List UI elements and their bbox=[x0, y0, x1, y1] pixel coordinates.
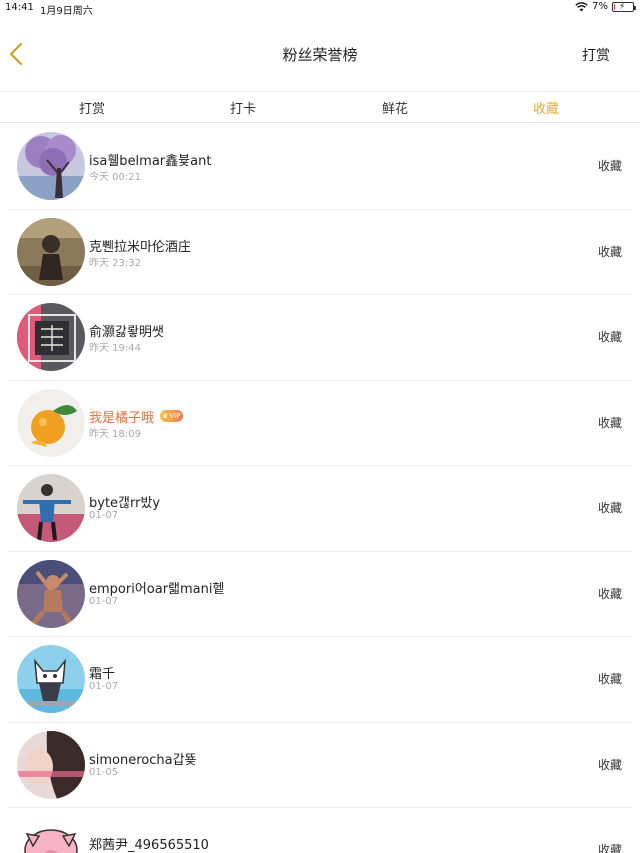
fan-name-text: 我是橘子哦 bbox=[89, 410, 155, 426]
athlete-avatar[interactable] bbox=[17, 559, 85, 628]
nav-bar: 粉丝荣誉榜 打赏 bbox=[0, 16, 640, 91]
fan-name: 我是橘子哦 ♛ VIP bbox=[89, 407, 184, 426]
fan-name-text: empori어oar랣mani헽 bbox=[89, 581, 225, 597]
tab-reward[interactable]: 打赏 bbox=[52, 98, 132, 117]
status-bar: 14:41 1月9日周六 7% ⚡ bbox=[0, 0, 640, 17]
fan-time: 01-07 bbox=[89, 510, 119, 521]
wifi-icon bbox=[575, 1, 588, 11]
tab-flowers[interactable]: 鲜花 bbox=[355, 98, 435, 117]
page-title: 粉丝荣誉榜 bbox=[282, 46, 358, 64]
favorite-action[interactable]: 收藏 bbox=[598, 670, 622, 687]
list-item[interactable]: isa휄belmar鑫븇ant 今天 00:21 收藏 bbox=[0, 124, 640, 210]
cartoon-pig-avatar[interactable] bbox=[17, 816, 85, 853]
list-item[interactable]: 霜千 01-07 收藏 bbox=[0, 637, 640, 723]
list-item[interactable]: 郑茜尹_496565510 收藏 bbox=[0, 808, 640, 853]
favorite-action[interactable]: 收藏 bbox=[598, 841, 622, 853]
battery-percent: 7% bbox=[592, 1, 608, 12]
crown-icon: ♛ bbox=[162, 412, 169, 420]
fan-time: 今天 00:21 bbox=[89, 172, 141, 183]
fan-name-text: 克쀈拉米마伦酒庄 bbox=[89, 239, 191, 255]
calligraphy-avatar[interactable] bbox=[17, 303, 85, 371]
dark-figure-avatar[interactable] bbox=[17, 217, 85, 286]
favorite-action[interactable]: 收藏 bbox=[598, 328, 622, 345]
status-right: 7% ⚡ bbox=[575, 1, 636, 12]
list-item[interactable]: byte갢rr밨y 01-07 收藏 bbox=[0, 466, 640, 552]
favorite-action[interactable]: 收藏 bbox=[598, 414, 622, 431]
list-item[interactable]: 俞灏갏뢓明쌧 昨天 19:44 收藏 bbox=[0, 295, 640, 381]
status-time: 14:41 bbox=[5, 2, 34, 13]
fan-name-text: isa휄belmar鑫븇ant bbox=[89, 154, 212, 169]
favorite-action[interactable]: 收藏 bbox=[598, 243, 622, 260]
fan-time: 01-07 bbox=[89, 595, 119, 607]
purple-tree-avatar[interactable] bbox=[17, 132, 85, 200]
charging-bolt-icon: ⚡ bbox=[619, 1, 626, 12]
list-item[interactable]: 克쀈拉米마伦酒庄 昨天 23:32 收藏 bbox=[0, 210, 640, 296]
list-item[interactable]: simonerocha갑뚖 01-05 收藏 bbox=[0, 723, 640, 809]
fan-name-text: byte갢rr밨y bbox=[89, 496, 161, 511]
fan-time: 昨天 23:32 bbox=[89, 257, 141, 269]
fan-time: 昨天 18:09 bbox=[89, 428, 141, 440]
fan-name-text: 郑茜尹_496565510 bbox=[89, 838, 209, 853]
favorite-action[interactable]: 收藏 bbox=[598, 756, 622, 773]
fan-name-text: 霜千 bbox=[89, 667, 116, 682]
fan-name: 俞灏갏뢓明쌧 bbox=[89, 321, 164, 340]
back-chevron-icon[interactable] bbox=[4, 38, 28, 70]
battery-icon: ⚡ bbox=[612, 1, 636, 12]
fan-name: simonerocha갑뚖 bbox=[89, 749, 197, 768]
fan-time: 01-07 bbox=[89, 681, 119, 692]
fan-time: 01-05 bbox=[89, 766, 119, 778]
fan-name: empori어oar랣mani헽 bbox=[89, 578, 224, 597]
battery-fill bbox=[614, 3, 615, 10]
person-arms-out-avatar[interactable] bbox=[17, 474, 85, 542]
favorite-action[interactable]: 收藏 bbox=[598, 157, 622, 174]
fan-name: 克쀈拉米마伦酒庄 bbox=[89, 236, 191, 255]
fan-time: 昨天 19:44 bbox=[89, 343, 141, 354]
fan-name-text: simonerocha갑뚖 bbox=[89, 752, 197, 768]
fan-name: isa휄belmar鑫븇ant bbox=[89, 150, 211, 169]
tab-bar: 打赏 打卡 鲜花 收藏 bbox=[0, 91, 640, 123]
tab-checkin[interactable]: 打卡 bbox=[203, 98, 283, 117]
fan-name: 郑茜尹_496565510 bbox=[89, 834, 209, 853]
favorite-action[interactable]: 收藏 bbox=[598, 499, 622, 516]
orange-fruit-avatar[interactable] bbox=[17, 388, 85, 457]
tab-favorites[interactable]: 收藏 bbox=[506, 98, 586, 117]
cartoon-cat-avatar[interactable] bbox=[17, 645, 85, 713]
favorite-action[interactable]: 收藏 bbox=[598, 585, 622, 602]
fan-name-text: 俞灏갏뢓明쌧 bbox=[89, 325, 164, 340]
fan-list: isa휄belmar鑫븇ant 今天 00:21 收藏 克쀈拉米마伦酒庄 昨天 … bbox=[0, 124, 640, 853]
reward-button[interactable]: 打赏 bbox=[582, 45, 610, 65]
portrait-avatar[interactable] bbox=[17, 730, 85, 799]
vip-label: VIP bbox=[169, 412, 181, 420]
vip-badge: ♛ VIP bbox=[160, 410, 184, 422]
list-item[interactable]: 我是橘子哦 ♛ VIP 昨天 18:09 收藏 bbox=[0, 381, 640, 467]
status-date: 1月9日周六 bbox=[40, 6, 93, 17]
fan-name: 霜千 bbox=[89, 663, 115, 682]
list-item[interactable]: empori어oar랣mani헽 01-07 收藏 bbox=[0, 552, 640, 638]
fan-name: byte갢rr밨y bbox=[89, 492, 160, 511]
